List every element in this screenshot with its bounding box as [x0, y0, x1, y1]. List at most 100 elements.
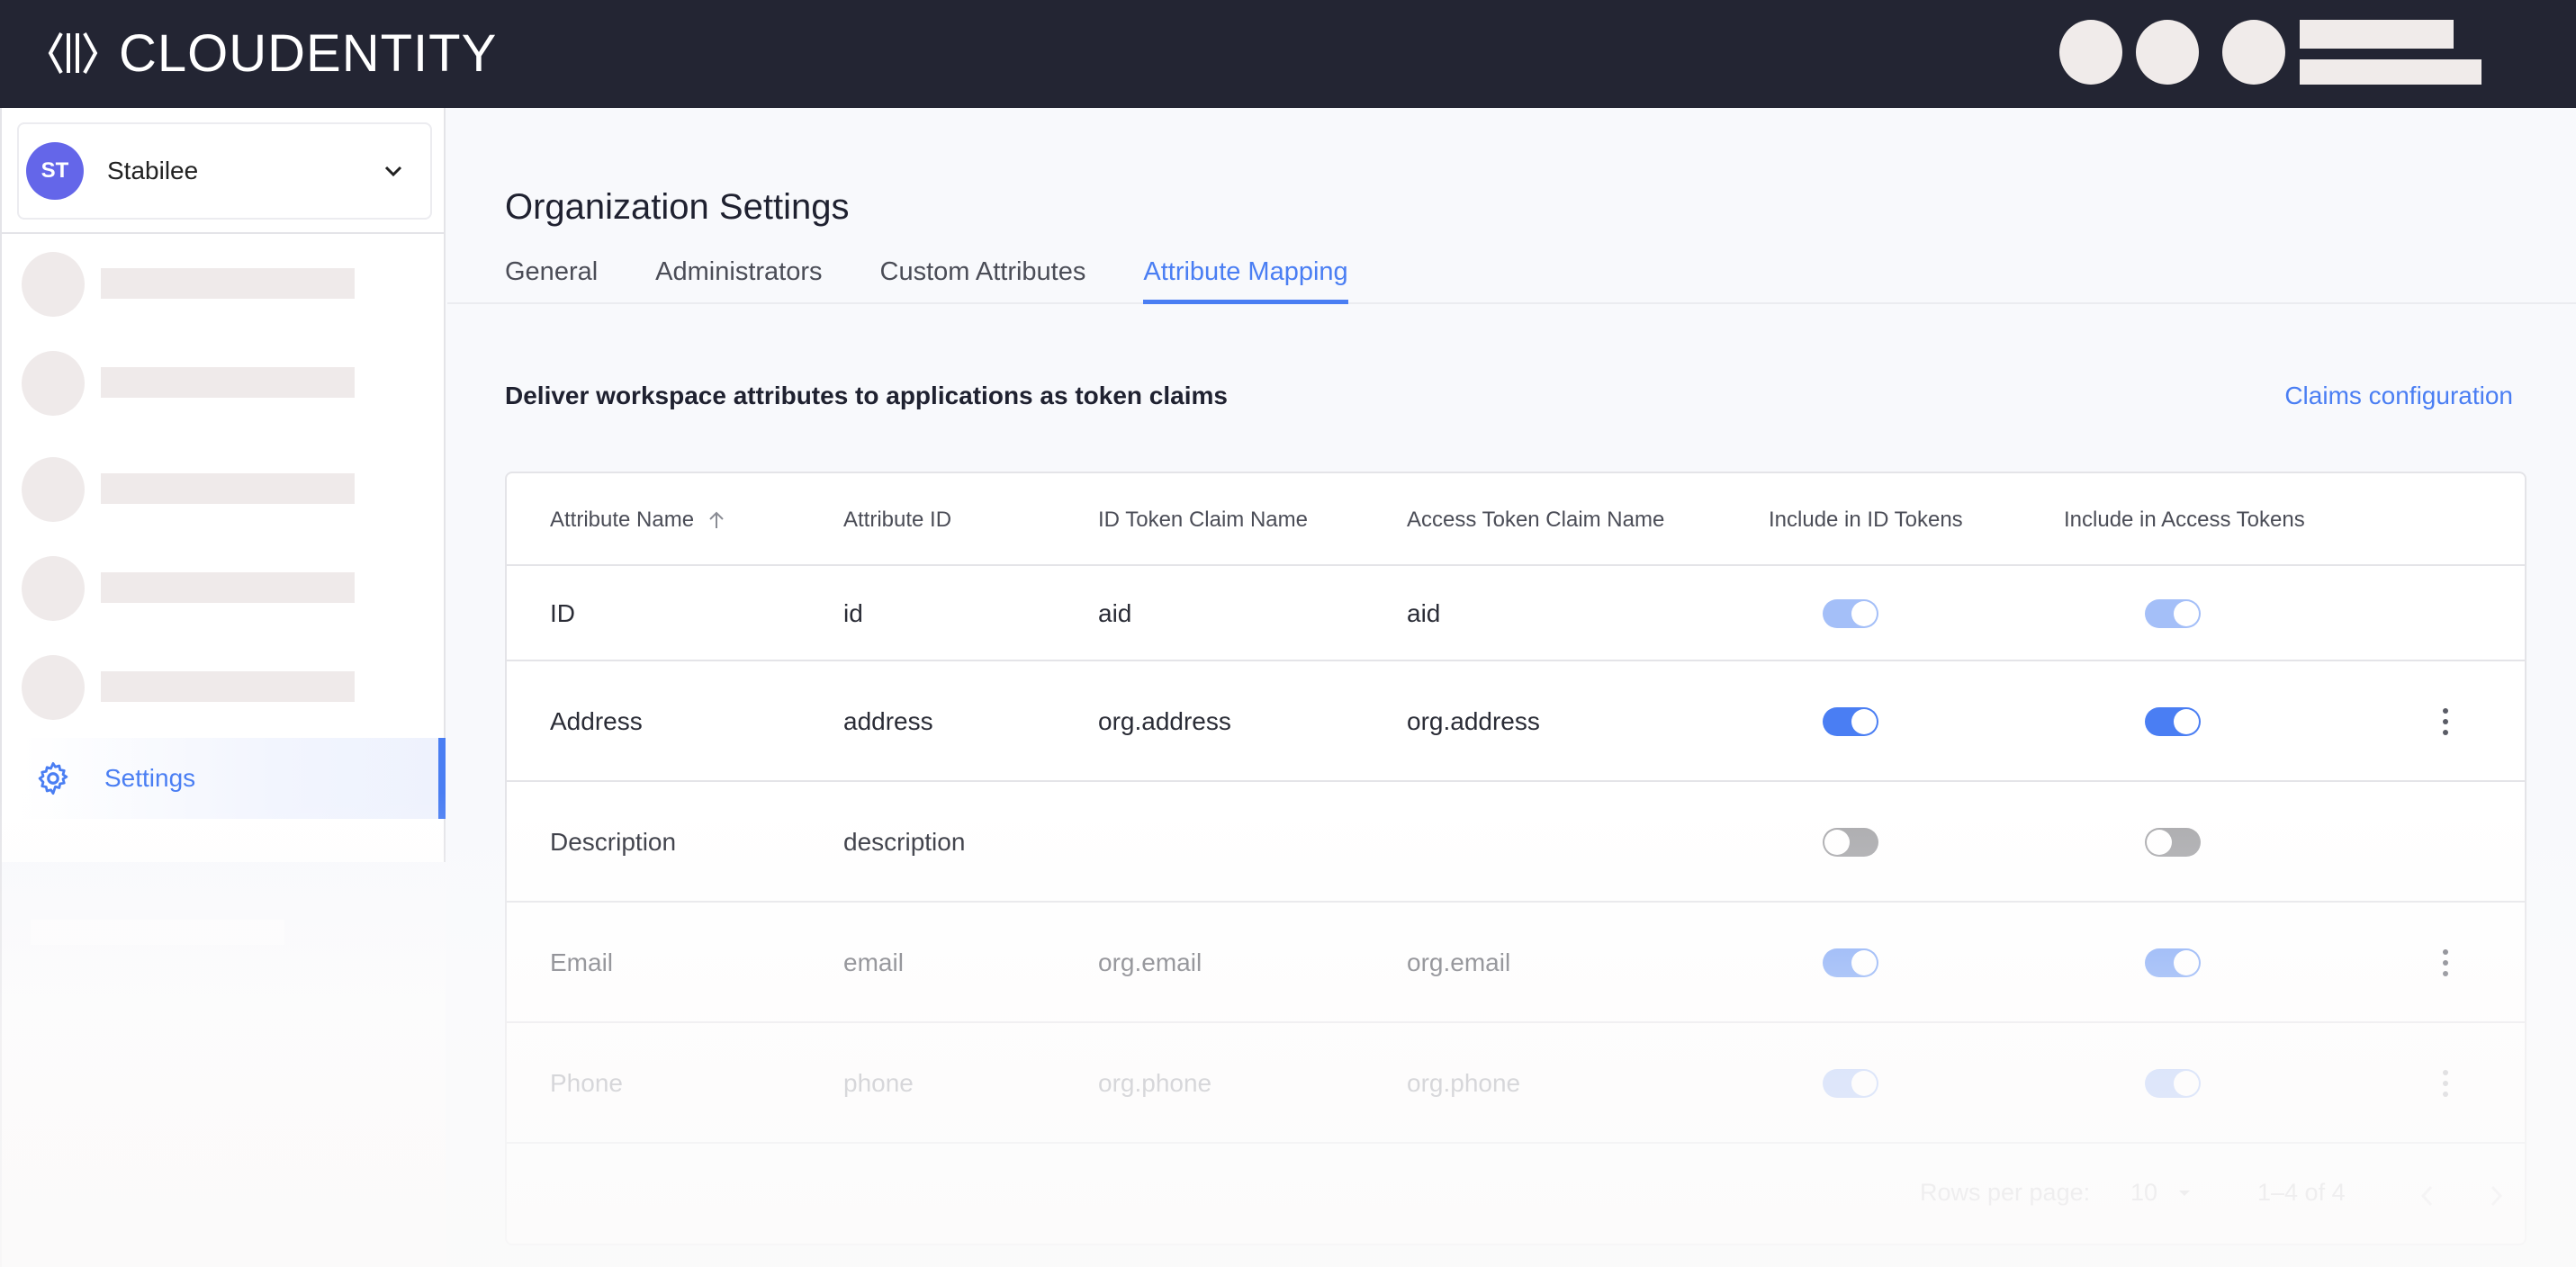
row-menu-icon[interactable]: [2436, 945, 2454, 981]
rows-per-page-label: Rows per page:: [1920, 1179, 2091, 1206]
tab-administrators[interactable]: Administrators: [655, 257, 822, 304]
cell-access-token-claim: org.address: [1407, 707, 1540, 735]
cell-id-token-claim: org.address: [1098, 707, 1231, 735]
active-indicator: [438, 738, 446, 819]
toggle-knob: [1851, 1071, 1877, 1096]
cell-attribute-id: email: [843, 948, 904, 976]
table-row: Address address org.address org.address: [507, 661, 2525, 782]
include-in-access-tokens-toggle[interactable]: [2145, 948, 2201, 977]
include-in-id-tokens-toggle[interactable]: [1823, 948, 1878, 977]
column-header-access-token-claim[interactable]: Access Token Claim Name: [1407, 508, 1664, 533]
skeleton-label: [101, 671, 355, 702]
skeleton-icon: [22, 457, 85, 522]
toggle-knob: [1851, 709, 1877, 734]
pagination-range: 1–4 of 4: [2257, 1179, 2346, 1206]
row-menu-icon[interactable]: [2436, 1065, 2454, 1101]
cell-id-token-claim: aid: [1098, 599, 1132, 627]
sidebar-item-placeholder[interactable]: [22, 351, 382, 416]
attribute-mapping-table: Attribute Name Attribute ID ID Token Cla…: [505, 472, 2526, 1245]
chevron-down-icon: [384, 166, 402, 177]
caret-down-icon: [2179, 1190, 2191, 1196]
include-in-access-tokens-toggle[interactable]: [2145, 707, 2201, 736]
sidebar-item-settings[interactable]: Settings: [22, 738, 446, 819]
sidebar: ST Stabilee Settings: [0, 108, 446, 1267]
include-in-id-tokens-toggle[interactable]: [1823, 707, 1878, 736]
column-header-attribute-name[interactable]: Attribute Name: [550, 508, 728, 533]
cell-attribute-name: Phone: [550, 1069, 623, 1097]
table-header: Attribute Name Attribute ID ID Token Cla…: [507, 473, 2525, 566]
column-header-attribute-id[interactable]: Attribute ID: [843, 508, 951, 533]
cell-id-token-claim: org.email: [1098, 948, 1202, 976]
header-icon-placeholder[interactable]: [2136, 20, 2199, 85]
header-avatar-placeholder[interactable]: [2222, 20, 2285, 85]
page-title: Organization Settings: [505, 187, 850, 227]
table-row: Email email org.email org.email: [507, 903, 2525, 1023]
organization-switcher[interactable]: ST Stabilee: [17, 122, 432, 220]
include-in-access-tokens-toggle[interactable]: [2145, 828, 2201, 857]
include-in-id-tokens-toggle[interactable]: [1823, 1069, 1878, 1098]
column-header-label: Attribute Name: [550, 508, 695, 532]
rows-per-page-select[interactable]: 10: [2130, 1179, 2193, 1207]
row-menu-icon[interactable]: [2436, 704, 2454, 740]
column-header-include-id-tokens: Include in ID Tokens: [1769, 508, 1963, 532]
tab-attribute-mapping[interactable]: Attribute Mapping: [1143, 257, 1348, 304]
sidebar-divider: [2, 232, 446, 234]
cell-access-token-claim: org.phone: [1407, 1069, 1521, 1097]
skeleton-label: [101, 473, 355, 504]
toggle-knob: [1824, 830, 1850, 855]
cell-attribute-id: phone: [843, 1069, 914, 1097]
include-in-id-tokens-toggle[interactable]: [1823, 828, 1878, 857]
tab-general[interactable]: General: [505, 257, 598, 304]
brand-name: CLOUDENTITY: [119, 23, 498, 83]
include-in-id-tokens-toggle: [1823, 599, 1878, 628]
toggle-knob: [1851, 601, 1877, 626]
cell-attribute-id: address: [843, 707, 933, 735]
sidebar-item-placeholder[interactable]: [22, 655, 382, 720]
cell-attribute-name: Description: [550, 828, 677, 856]
cell-attribute-name: Address: [550, 707, 643, 735]
cell-access-token-claim: aid: [1407, 599, 1441, 627]
sidebar-item-placeholder[interactable]: [22, 457, 382, 522]
sidebar-item-placeholder[interactable]: [22, 556, 382, 621]
include-in-access-tokens-toggle[interactable]: [2145, 1069, 2201, 1098]
section-description: Deliver workspace attributes to applicat…: [505, 382, 1228, 409]
brand-logo[interactable]: CLOUDENTITY: [47, 23, 497, 83]
table-row: ID id aid aid: [507, 566, 2525, 661]
claims-configuration-link[interactable]: Claims configuration: [2284, 382, 2513, 410]
cell-attribute-name: Email: [550, 948, 614, 976]
header-user-name-placeholder: [2300, 20, 2454, 49]
column-header-include-access-tokens: Include in Access Tokens: [2064, 508, 2305, 532]
gear-icon: [38, 761, 68, 795]
sidebar-footer-placeholder: [31, 920, 284, 945]
toggle-knob: [2174, 709, 2199, 734]
header-icon-placeholder[interactable]: [2059, 20, 2122, 85]
tab-custom-attributes[interactable]: Custom Attributes: [880, 257, 1086, 304]
sidebar-item-placeholder[interactable]: [22, 252, 382, 317]
toggle-knob: [2174, 1071, 2199, 1096]
next-page-icon[interactable]: [2485, 1182, 2507, 1209]
skeleton-label: [101, 367, 355, 398]
cloudentity-logo-icon: [48, 32, 98, 74]
toggle-knob: [2174, 950, 2199, 975]
rows-per-page-value: 10: [2130, 1179, 2158, 1206]
toggle-knob: [2147, 830, 2172, 855]
cell-attribute-id: description: [843, 828, 966, 856]
skeleton-label: [101, 572, 355, 603]
cell-id-token-claim: org.phone: [1098, 1069, 1212, 1097]
previous-page-icon[interactable]: [2417, 1182, 2438, 1209]
toggle-knob: [1851, 950, 1877, 975]
top-bar: CLOUDENTITY: [0, 0, 2576, 108]
header-user-email-placeholder: [2300, 59, 2481, 85]
table-row: Description description: [507, 782, 2525, 903]
cell-access-token-claim: org.email: [1407, 948, 1511, 976]
org-avatar: ST: [26, 142, 84, 200]
include-in-access-tokens-toggle: [2145, 599, 2201, 628]
cell-attribute-name: ID: [550, 599, 575, 627]
skeleton-icon: [22, 655, 85, 720]
sort-ascending-icon: [709, 511, 724, 528]
org-name: Stabilee: [107, 157, 199, 184]
column-header-id-token-claim[interactable]: ID Token Claim Name: [1098, 508, 1308, 533]
skeleton-label: [101, 268, 355, 299]
table-pagination: Rows per page: 10 1–4 of 4: [507, 1145, 2525, 1244]
settings-tabs: General Administrators Custom Attributes…: [505, 257, 1406, 304]
